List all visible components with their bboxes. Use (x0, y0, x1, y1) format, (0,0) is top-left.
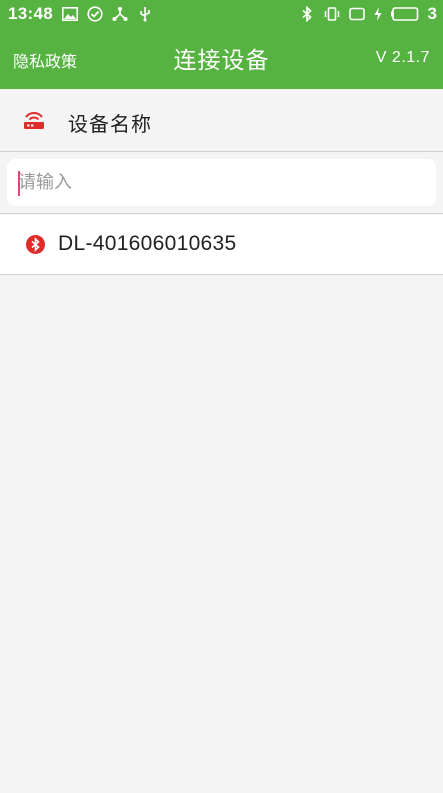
privacy-policy-link[interactable]: 隐私政策 (13, 48, 77, 72)
bluetooth-badge-icon (26, 235, 45, 258)
battery-level: 3 (427, 4, 437, 23)
search-input[interactable] (18, 159, 418, 206)
search-box (7, 159, 436, 206)
app-bar: 隐私政策 连接设备 V 2.1.7 (0, 28, 443, 89)
image-icon (61, 6, 78, 22)
status-bar: 13:48 3 (0, 0, 443, 28)
screen-icon (348, 6, 365, 22)
device-name-label: 设备名称 (68, 112, 152, 136)
device-name-header: 设备名称 (0, 89, 443, 152)
status-bar-right: 3 (299, 4, 437, 24)
device-list-item[interactable]: DL-401606010635 (0, 215, 443, 275)
charging-icon (374, 6, 382, 22)
usb-icon (137, 6, 153, 22)
device-name: DL-401606010635 (58, 232, 237, 255)
divider (0, 213, 443, 214)
text-cursor (18, 171, 20, 196)
version-label: V 2.1.7 (375, 49, 430, 66)
bluetooth-icon (299, 6, 315, 22)
check-circle-icon (87, 6, 103, 22)
status-bar-left: 13:48 (8, 4, 153, 24)
router-icon (23, 110, 45, 134)
vibrate-icon (324, 6, 340, 22)
share-icon (112, 6, 128, 22)
battery-icon (390, 6, 419, 22)
status-time: 13:48 (8, 4, 53, 23)
